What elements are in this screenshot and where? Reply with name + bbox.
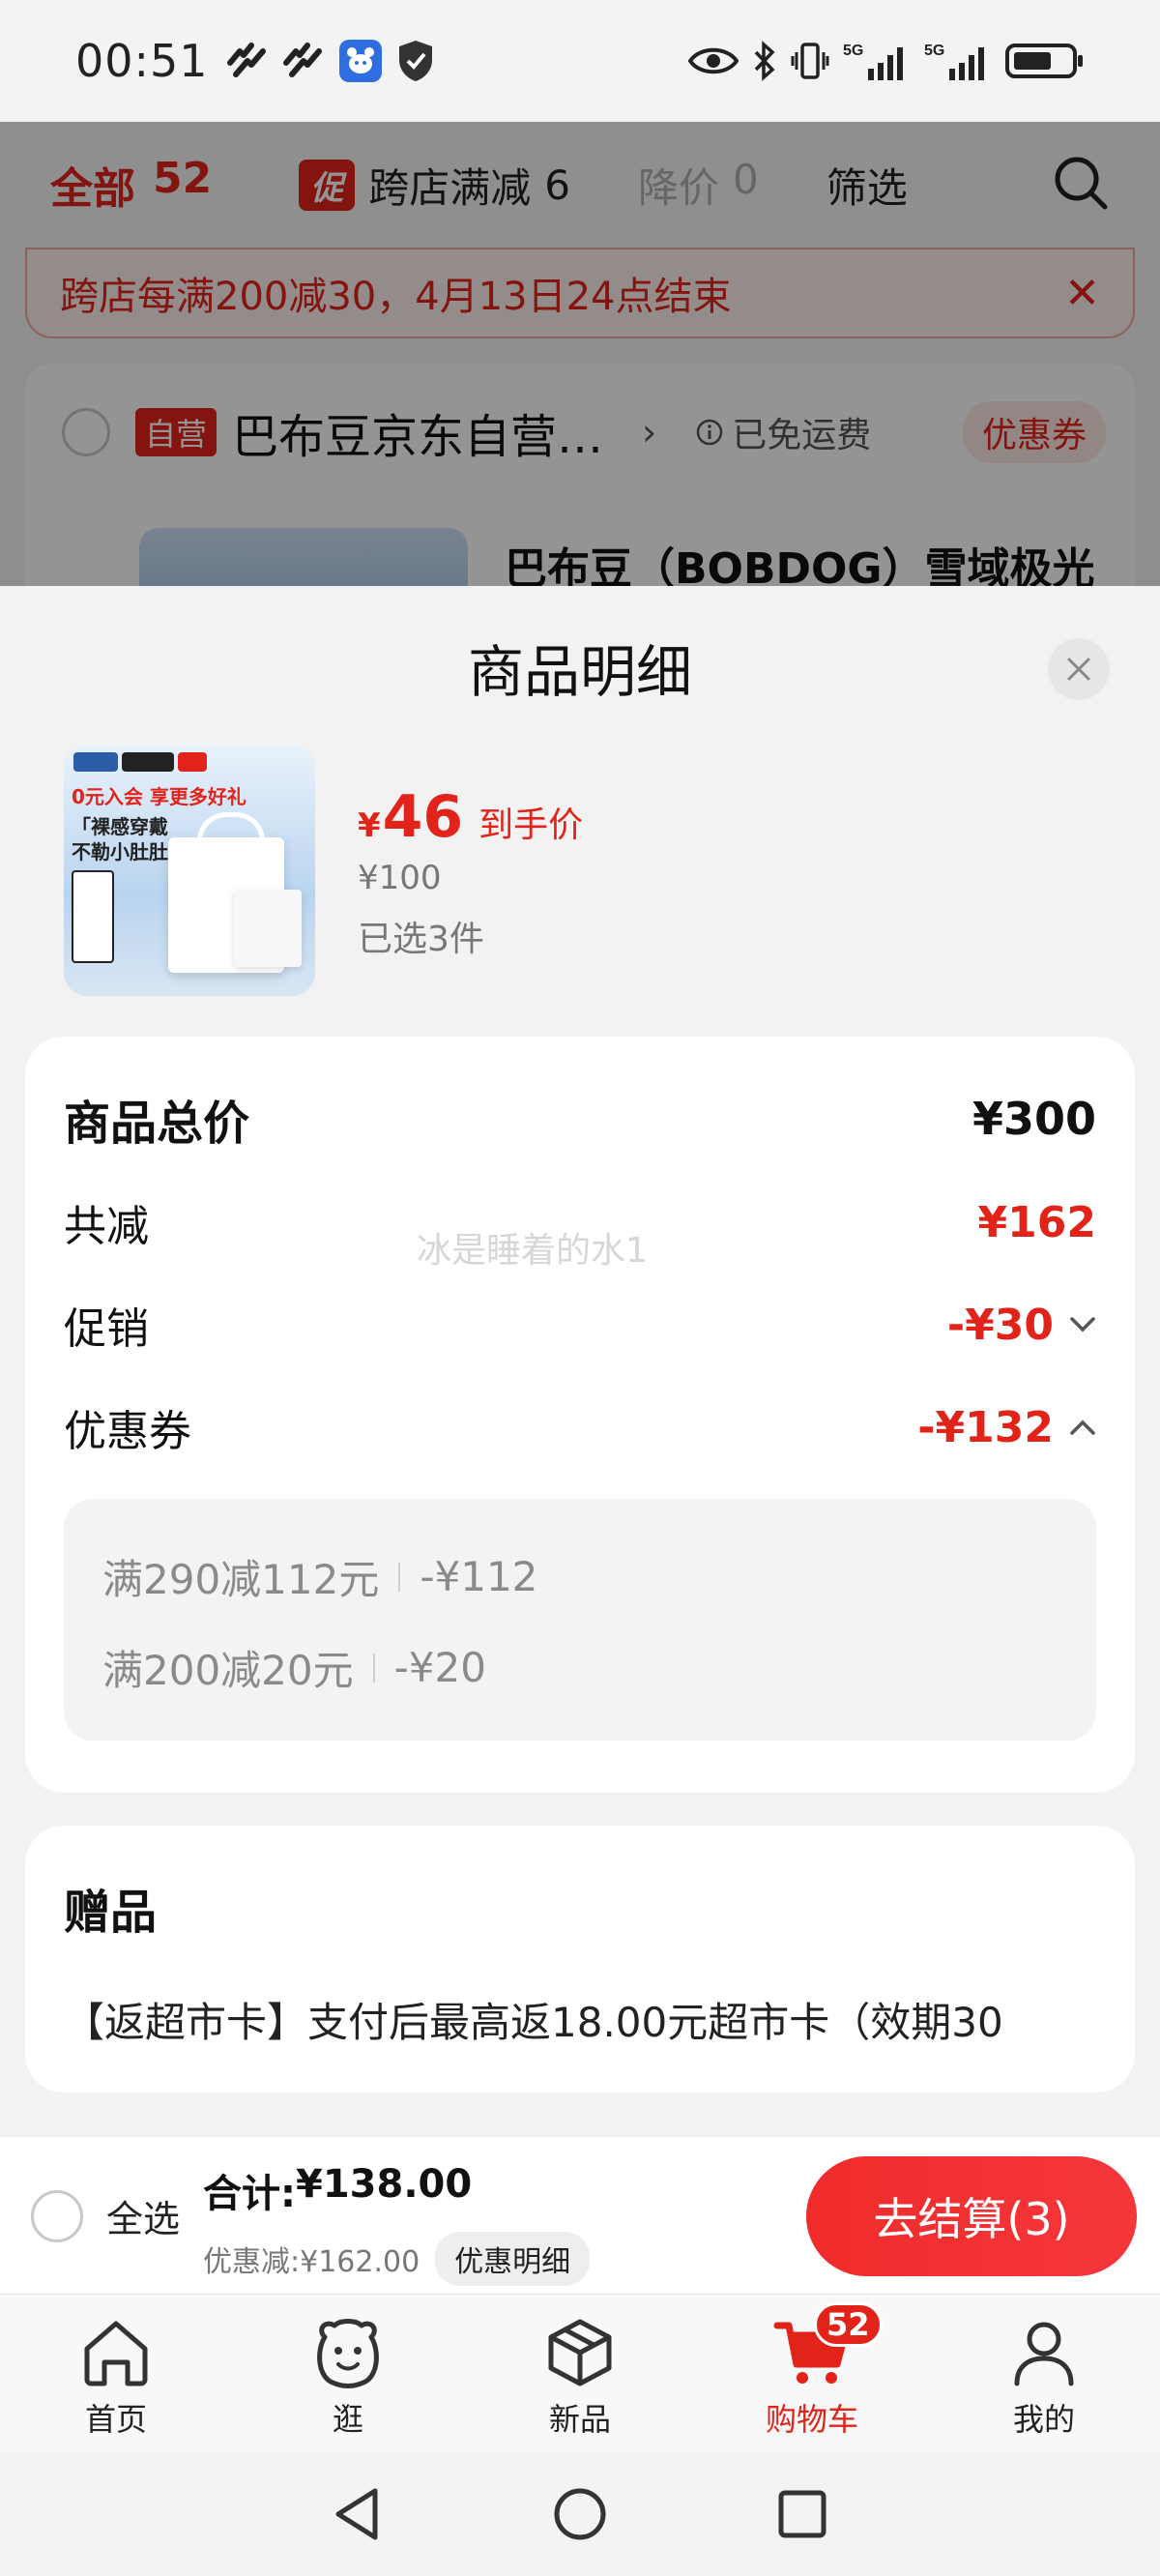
coupon-row[interactable]: 优惠券 -¥132 (64, 1396, 1096, 1458)
divider (372, 1653, 375, 1683)
bear-app-icon (338, 39, 383, 83)
nav-new-products-label: 新品 (548, 2401, 611, 2438)
product-detail-sheet: 商品明细 0元入会 享更多好礼 「裸感穿戴 不勒小肚肚」 ¥ 46 到手价 ¥1… (0, 586, 1160, 2133)
original-price: ¥100 (358, 859, 442, 897)
browse-icon (317, 2319, 379, 2388)
coupon-detail-box: 满290减112元 -¥112 满200减20元 -¥20 (64, 1499, 1096, 1741)
coupon-item: 满290减112元 -¥112 (102, 1547, 537, 1606)
coupon-value-group: -¥132 (917, 1403, 1096, 1452)
total-value: ¥138.00 (296, 2162, 473, 2207)
checkout-bar: 全选 合计: ¥138.00 优惠减:¥162.00 优惠明细 去结算(3) (0, 2137, 1160, 2294)
total-amount: 合计: ¥138.00 (203, 2162, 472, 2218)
coupon-amount: -¥112 (420, 1553, 538, 1600)
close-icon (1067, 658, 1090, 681)
total-price-label: 商品总价 (64, 1097, 250, 1151)
status-system-icons: 5G 5G (688, 40, 1085, 82)
recents-icon[interactable] (775, 2487, 829, 2541)
selected-count: 已选3件 (358, 920, 484, 959)
new-product-icon (548, 2319, 612, 2386)
image-promo-text: 0元入会 享更多好礼 (72, 785, 246, 808)
product-summary: 0元入会 享更多好礼 「裸感穿戴 不勒小肚肚」 ¥ 46 到手价 ¥100 已选… (64, 745, 583, 996)
coupon-label: 优惠券 (64, 1407, 191, 1456)
promo-value-group: -¥30 (947, 1301, 1096, 1350)
coupon-rule: 满200减20元 (102, 1647, 354, 1694)
nav-profile[interactable]: 我的 (928, 2295, 1160, 2452)
nav-home-label: 首页 (84, 2401, 147, 2438)
shield-icon (396, 39, 435, 83)
final-price-value: 46 (382, 783, 464, 851)
status-notification-icons (226, 39, 435, 83)
brand-logo (73, 752, 207, 772)
coupon-rule: 满290减112元 (102, 1556, 380, 1603)
back-icon[interactable] (331, 2485, 385, 2543)
coupon-amount: -¥20 (393, 1644, 486, 1691)
svg-text:5G: 5G (924, 43, 944, 59)
profile-icon (1014, 2322, 1074, 2386)
nav-cart-label: 购物车 (765, 2401, 858, 2438)
divider (398, 1562, 401, 1592)
status-bar: 00:51 5G 5G (0, 0, 1160, 122)
image-badge (72, 870, 114, 963)
checkout-button[interactable]: 去结算(3) (806, 2156, 1137, 2276)
currency-symbol: ¥ (358, 806, 381, 845)
gift-card: 赠品 【返超市卡】支付后最高返18.00元超市卡（效期30 (25, 1826, 1135, 2093)
select-all-checkbox[interactable] (31, 2189, 83, 2242)
sheet-title: 商品明细 (467, 639, 692, 705)
system-navigation (0, 2452, 1160, 2576)
product-price-info: ¥ 46 到手价 ¥100 已选3件 (358, 745, 583, 996)
status-time: 00:51 (75, 35, 209, 87)
select-all-label: 全选 (106, 2198, 181, 2240)
promo-value: -¥30 (946, 1300, 1054, 1350)
nav-browse-label: 逛 (332, 2401, 363, 2438)
gift-text: 【返超市卡】支付后最高返18.00元超市卡（效期30 (64, 1999, 1003, 2046)
eye-icon (688, 44, 739, 77)
nav-home[interactable]: 首页 (0, 2295, 232, 2452)
discount-detail-button[interactable]: 优惠明细 (435, 2232, 591, 2286)
svg-text:5G: 5G (843, 43, 863, 59)
nav-browse[interactable]: 逛 (232, 2295, 464, 2452)
bluetooth-icon (752, 41, 777, 81)
total-label: 合计: (203, 2172, 296, 2216)
gift-bag-graphic (234, 890, 302, 967)
app-notification-icon (226, 42, 269, 80)
home-icon (84, 2321, 148, 2386)
coupon-item: 满200减20元 -¥20 (102, 1638, 486, 1697)
close-button[interactable] (1048, 638, 1110, 700)
promo-row[interactable]: 促销 -¥30 (64, 1294, 1096, 1356)
reduced-label: 共减 (64, 1202, 149, 1251)
modal-overlay[interactable] (0, 122, 1160, 586)
chevron-up-icon[interactable] (1069, 1419, 1096, 1436)
discount-text: 优惠减:¥162.00 (203, 2245, 420, 2279)
bottom-nav: 首页 逛 新品 52 购物车 我的 (0, 2294, 1160, 2452)
coupon-value: -¥132 (917, 1402, 1054, 1452)
nav-cart[interactable]: 52 购物车 (696, 2295, 928, 2452)
final-price-label: 到手价 (478, 805, 584, 845)
promo-label: 促销 (64, 1304, 149, 1354)
final-price: ¥ 46 到手价 (358, 783, 583, 851)
signal-5g-icon: 5G (843, 40, 911, 82)
nav-profile-label: 我的 (1012, 2401, 1075, 2438)
home-circle-icon[interactable] (551, 2485, 609, 2543)
cart-badge: 52 (814, 2302, 883, 2347)
reduced-row: 共减 ¥162 (64, 1191, 1096, 1253)
price-breakdown-card: 商品总价 ¥300 冰是睡着的水1 共减 ¥162 促销 -¥30 优惠券 -¥… (25, 1037, 1135, 1793)
chevron-down-icon[interactable] (1069, 1316, 1096, 1333)
discount-summary: 优惠减:¥162.00 优惠明细 (203, 2232, 591, 2286)
signal-5g-icon: 5G (924, 40, 992, 82)
reduced-value: ¥162 (977, 1197, 1096, 1247)
battery-icon (1005, 42, 1085, 80)
product-image: 0元入会 享更多好礼 「裸感穿戴 不勒小肚肚」 (64, 745, 315, 996)
gift-title: 赠品 (64, 1886, 158, 1940)
total-price-value: ¥300 (972, 1093, 1096, 1145)
nav-new-products[interactable]: 新品 (464, 2295, 696, 2452)
select-all[interactable]: 全选 (31, 2189, 180, 2242)
total-price-row: 商品总价 ¥300 (64, 1085, 1096, 1153)
app-notification-icon (282, 42, 325, 80)
vibrate-icon (791, 41, 829, 81)
